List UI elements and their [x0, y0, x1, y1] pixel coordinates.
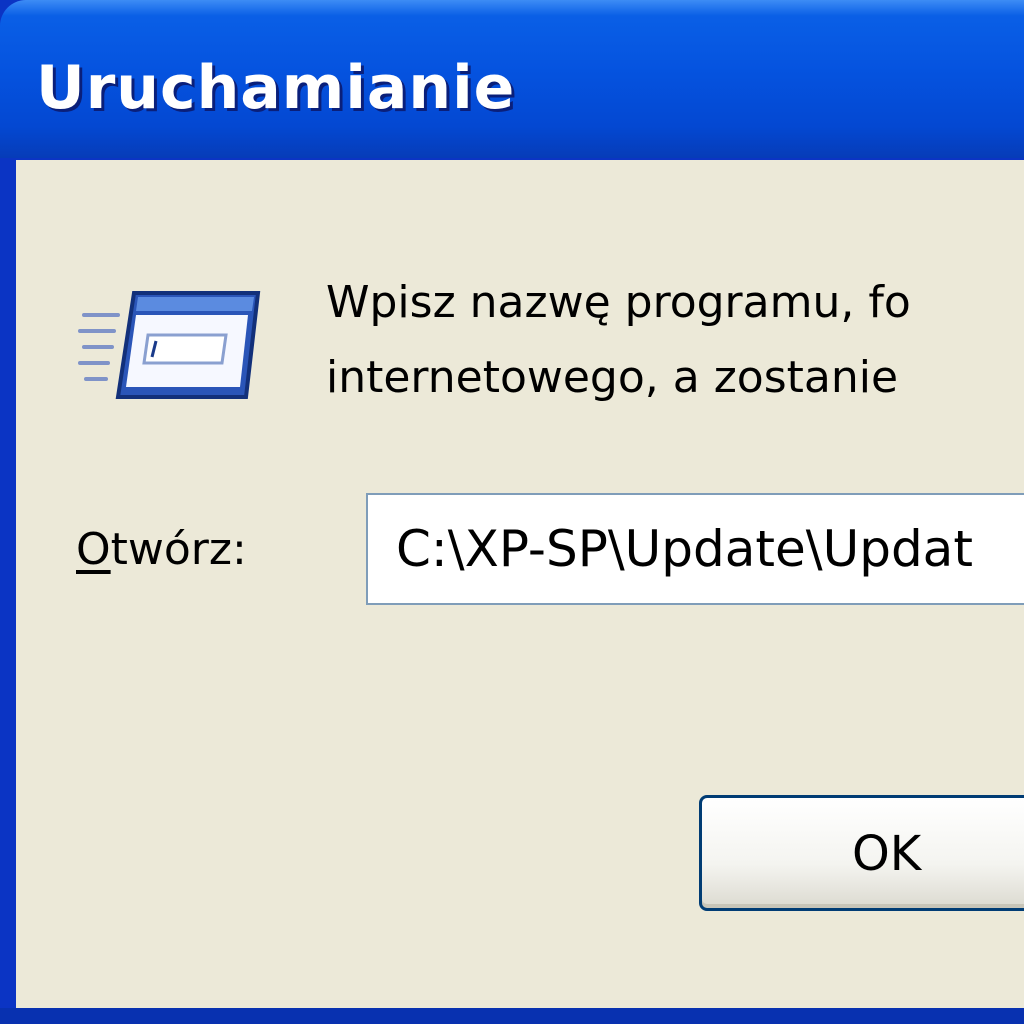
- dialog-body: Wpisz nazwę programu, fo internetowego, …: [16, 160, 1024, 1008]
- ok-button[interactable]: OK: [699, 795, 1024, 911]
- run-dialog-window: Uruchamianie Wpisz nazwę programu, fo in…: [0, 0, 1024, 1024]
- open-label-text: twórz:: [110, 524, 247, 575]
- open-field-label: Otwórz:: [76, 520, 247, 580]
- open-command-input[interactable]: C:\XP-SP\Update\Updat: [366, 493, 1024, 605]
- window-title: Uruchamianie: [36, 53, 516, 123]
- ok-button-label: OK: [852, 826, 922, 882]
- run-dialog-icon: [78, 291, 261, 399]
- prompt-text-line-1: Wpisz nazwę programu, fo: [326, 277, 911, 328]
- open-label-mnemonic: O: [76, 524, 111, 575]
- window-bottom-border: [0, 1008, 1024, 1024]
- title-bar[interactable]: Uruchamianie: [0, 0, 1024, 158]
- prompt-text-line-2: internetowego, a zostanie: [326, 352, 899, 403]
